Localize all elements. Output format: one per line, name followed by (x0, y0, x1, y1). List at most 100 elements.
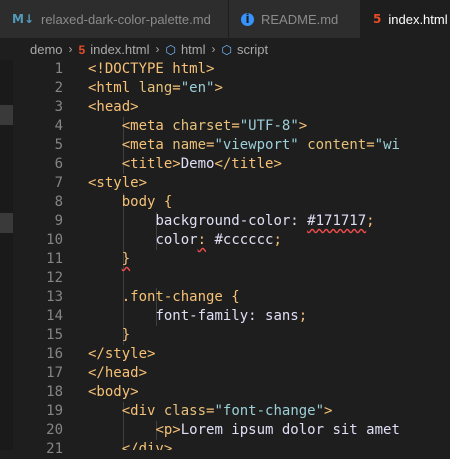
line-number: 9 (54, 213, 63, 229)
code-line[interactable]: body { (88, 193, 173, 212)
code-token: content (307, 137, 367, 153)
breadcrumb-item[interactable]: ⬡ script (222, 42, 269, 57)
code-token: sans (265, 308, 299, 324)
code-line[interactable]: </style> (88, 345, 155, 364)
code-token: </head> (88, 365, 148, 381)
code-token: <style> (88, 175, 148, 191)
code-line[interactable]: <title>Demo</title> (88, 155, 282, 174)
line-number: 20 (46, 422, 63, 438)
code-line[interactable]: background-color: #171717; (88, 212, 375, 231)
line-number: 6 (54, 156, 63, 172)
breadcrumb-separator: › (211, 42, 216, 56)
code-line[interactable]: <body> (88, 383, 139, 402)
code-token: body (121, 194, 164, 210)
code-line[interactable]: <head> (88, 98, 139, 117)
code-line[interactable]: } (88, 250, 130, 269)
code-token: { (163, 194, 173, 210)
code-token: ; (366, 213, 375, 229)
code-line[interactable]: </div> (88, 440, 173, 450)
breadcrumb-separator: › (155, 42, 160, 56)
line-number-gutter: 1 2 3 4 5 6 7 8 9 10 11 12 13 14 15 16 17 18 19 20 21 (13, 60, 63, 457)
code-token: name (172, 137, 207, 153)
minimap-strip (0, 60, 13, 450)
code-token: #cccccc (206, 232, 274, 248)
code-token: "UTF-8" (239, 118, 299, 134)
code-token: > (324, 403, 333, 419)
line-number: 18 (46, 384, 63, 400)
code-token: lang (138, 80, 173, 96)
code-line[interactable]: <style> (88, 174, 147, 193)
code-line[interactable]: <meta charset="UTF-8"> (88, 117, 307, 136)
code-editor[interactable]: 1 2 3 4 5 6 7 8 9 10 11 12 13 14 15 16 17 18 19 20 21 <!DOCT… (0, 60, 450, 457)
line-number: 16 (46, 346, 63, 362)
breadcrumb-label: html (180, 41, 206, 57)
code-token: ; (273, 232, 282, 248)
breadcrumb-item[interactable]: ⬡ html (165, 42, 205, 57)
code-line[interactable]: <meta name="viewport" content="wi (88, 136, 400, 155)
code-token: <meta (121, 137, 173, 153)
code-token: "font-change" (214, 403, 325, 419)
code-line[interactable]: </head> (88, 364, 147, 383)
code-token: Lorem ipsum dolor sit amet (180, 422, 400, 438)
code-token: { (231, 289, 240, 305)
code-area[interactable]: <!DOCTYPE html> <html lang="en"> <head> <m… (88, 60, 450, 450)
code-line[interactable]: } (88, 326, 130, 345)
tab-label: README.md (261, 11, 339, 27)
code-token: <!DOCTYPE html> (88, 61, 215, 77)
code-token: = (231, 118, 240, 134)
code-line[interactable]: <html lang="en"> (88, 79, 223, 98)
code-line[interactable]: font-family: sans; (88, 307, 307, 326)
line-number: 1 (54, 61, 63, 77)
breadcrumb-item[interactable]: 5 index.html (79, 42, 150, 57)
tab-relaxed-dark-color-palette-md[interactable]: M↓ relaxed-dark-color-palette.md (0, 0, 229, 38)
scroll-marker (0, 105, 13, 125)
line-number: 15 (46, 327, 63, 343)
breadcrumb-item[interactable]: demo (30, 42, 63, 57)
code-token: "en" (180, 80, 215, 96)
line-number: 14 (46, 308, 63, 324)
code-token: background-color: (155, 213, 308, 229)
code-token: .font-change (121, 289, 232, 305)
html5-icon: 5 (373, 12, 382, 26)
line-number: 4 (54, 118, 63, 134)
code-line[interactable]: color: #cccccc; (88, 231, 282, 250)
code-token: <html (88, 80, 139, 96)
line-number: 2 (54, 80, 63, 96)
tab-readme-md[interactable]: i README.md (229, 0, 361, 38)
code-token: > (214, 80, 223, 96)
breadcrumb-label: script (237, 41, 269, 57)
breadcrumb: demo › 5 index.html › ⬡ html › ⬡ script (0, 38, 450, 60)
markdown-icon: M↓ (12, 12, 34, 26)
html5-icon: 5 (78, 42, 86, 57)
line-number: 10 (46, 232, 63, 248)
tab-index-html[interactable]: 5 index.html (361, 0, 450, 38)
line-number: 11 (46, 251, 63, 267)
code-line[interactable]: .font-change { (88, 288, 240, 307)
code-token: font-family: (155, 308, 266, 324)
code-line[interactable]: <!DOCTYPE html> (88, 60, 214, 79)
code-token: } (121, 251, 131, 267)
breadcrumb-label: index.html (90, 41, 150, 57)
tab-label: index.html (388, 11, 448, 27)
code-token: > (298, 118, 308, 134)
code-line[interactable]: <p>Lorem ipsum dolor sit amet (88, 421, 400, 440)
code-token: ; (298, 308, 308, 324)
code-line[interactable]: <div class="font-change"> (88, 402, 333, 421)
code-token: } (121, 327, 131, 343)
code-token: class (163, 403, 207, 419)
code-token: charset (172, 118, 232, 134)
tab-bar: M↓ relaxed-dark-color-palette.md i README.m… (0, 0, 450, 39)
line-number: 7 (54, 175, 63, 191)
line-number: 13 (46, 289, 63, 305)
line-number: 8 (54, 194, 63, 210)
